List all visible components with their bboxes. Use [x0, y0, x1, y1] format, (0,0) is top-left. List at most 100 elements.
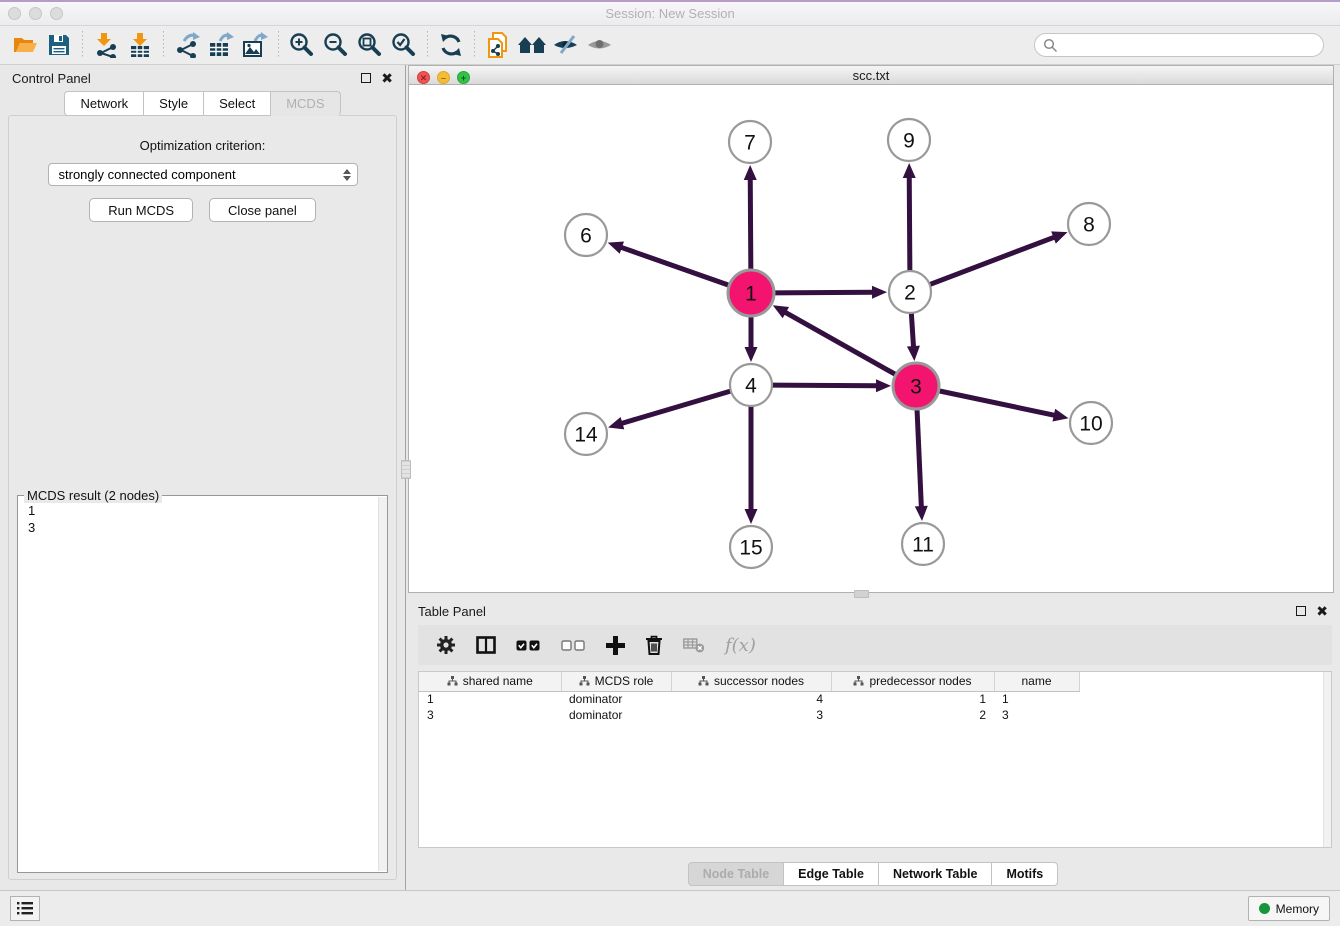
table-cell[interactable]: 1: [419, 691, 561, 707]
graph-edge[interactable]: [772, 385, 878, 386]
close-panel-icon[interactable]: ✖: [381, 73, 393, 83]
zoom-in-icon[interactable]: [285, 30, 319, 60]
tab-network[interactable]: Network: [64, 91, 144, 116]
network-close-button[interactable]: ✕: [417, 71, 430, 84]
graph-node-label: 4: [745, 374, 757, 397]
column-header-successor-nodes[interactable]: successor nodes: [671, 672, 831, 691]
table-cell[interactable]: dominator: [561, 691, 671, 707]
close-panel-button[interactable]: Close panel: [209, 198, 316, 222]
graph-edge[interactable]: [917, 409, 921, 508]
table-scrollbar[interactable]: [1323, 672, 1331, 847]
zoom-fit-icon[interactable]: [353, 30, 387, 60]
export-image-icon[interactable]: [238, 30, 272, 60]
float-panel-icon[interactable]: [361, 73, 371, 83]
column-header-name[interactable]: name: [994, 672, 1079, 691]
run-mcds-button[interactable]: Run MCDS: [89, 198, 193, 222]
result-line: 1: [28, 502, 377, 519]
zoom-out-icon[interactable]: [319, 30, 353, 60]
table-cell[interactable]: dominator: [561, 707, 671, 723]
import-network-icon[interactable]: [89, 30, 123, 60]
graph-edge[interactable]: [939, 391, 1056, 416]
titlebar: Session: New Session: [0, 2, 1340, 26]
save-session-icon[interactable]: [42, 30, 76, 60]
export-network-icon[interactable]: [170, 30, 204, 60]
memory-label: Memory: [1276, 902, 1319, 916]
add-column-icon[interactable]: [606, 636, 625, 655]
graph-edge[interactable]: [621, 391, 731, 424]
show-all-icon[interactable]: [583, 30, 617, 60]
graph-node-label: 15: [739, 536, 762, 559]
graph-edge[interactable]: [784, 312, 896, 375]
import-table-icon[interactable]: [123, 30, 157, 60]
table-cell[interactable]: 3: [994, 707, 1079, 723]
table-settings-icon[interactable]: [436, 635, 456, 655]
graph-node-label: 6: [580, 224, 592, 247]
select-all-checkboxes-icon[interactable]: [516, 640, 541, 651]
task-history-button[interactable]: [10, 896, 40, 921]
first-neighbors-icon[interactable]: [515, 30, 549, 60]
table-cell[interactable]: 4: [671, 691, 831, 707]
graph-edge-arrowhead: [903, 163, 916, 178]
graph-node-label: 2: [904, 281, 916, 304]
tab-node-table[interactable]: Node Table: [688, 862, 784, 886]
table-cell[interactable]: 1: [994, 691, 1079, 707]
graph-edge[interactable]: [911, 313, 913, 348]
tab-network-table[interactable]: Network Table: [879, 862, 993, 886]
table-cell[interactable]: 3: [419, 707, 561, 723]
optimization-criterion-dropdown[interactable]: strongly connected component: [48, 163, 358, 186]
graph-node-label: 14: [574, 423, 598, 446]
duplicate-network-icon[interactable]: [481, 30, 515, 60]
result-scrollbar[interactable]: [378, 497, 387, 871]
graph-node-label: 11: [912, 533, 934, 556]
maximize-window-button[interactable]: [50, 7, 63, 20]
network-minimize-button[interactable]: –: [437, 71, 450, 84]
table-row[interactable]: 3dominator323: [419, 707, 1079, 723]
float-table-panel-icon[interactable]: [1296, 606, 1306, 616]
table-cell[interactable]: 1: [831, 691, 994, 707]
table-cell[interactable]: 2: [831, 707, 994, 723]
main-toolbar: [0, 26, 1340, 65]
tab-mcds[interactable]: MCDS: [271, 91, 340, 116]
tab-style[interactable]: Style: [144, 91, 204, 116]
split-panel-icon[interactable]: [476, 636, 496, 654]
column-header-MCDS-role[interactable]: MCDS role: [561, 672, 671, 691]
open-session-icon[interactable]: [8, 30, 42, 60]
graph-node-label: 3: [910, 375, 922, 398]
graph-edge[interactable]: [620, 247, 729, 285]
splitter-handle-horizontal[interactable]: [854, 590, 869, 598]
network-window-title: scc.txt: [853, 68, 890, 83]
graph-edge[interactable]: [750, 178, 751, 270]
column-header-shared-name[interactable]: shared name: [419, 672, 561, 691]
minimize-window-button[interactable]: [29, 7, 42, 20]
search-input[interactable]: [1058, 38, 1315, 52]
graph-edge[interactable]: [930, 237, 1056, 285]
close-table-panel-icon[interactable]: ✖: [1316, 606, 1328, 616]
column-tree-icon: [579, 676, 590, 686]
network-canvas[interactable]: 7968124314101511: [409, 85, 1333, 592]
hide-selected-icon[interactable]: [549, 30, 583, 60]
close-window-button[interactable]: [8, 7, 21, 20]
mcds-panel-content: Optimization criterion: strongly connect…: [8, 115, 397, 880]
table-row[interactable]: 1dominator411: [419, 691, 1079, 707]
main-area: Control Panel ✖ Network Style Select MCD…: [0, 65, 1340, 890]
deselect-all-checkboxes-icon[interactable]: [561, 640, 586, 651]
mcds-result-box: MCDS result (2 nodes) 13: [17, 495, 388, 873]
column-header-label: MCDS role: [595, 674, 654, 688]
tab-select[interactable]: Select: [204, 91, 271, 116]
memory-button[interactable]: Memory: [1248, 896, 1330, 921]
zoom-selected-icon[interactable]: [387, 30, 421, 60]
graph-edge[interactable]: [774, 292, 874, 293]
splitter-handle-vertical[interactable]: [401, 460, 411, 479]
network-maximize-button[interactable]: +: [457, 71, 470, 84]
column-header-label: shared name: [463, 674, 533, 688]
column-header-predecessor-nodes[interactable]: predecessor nodes: [831, 672, 994, 691]
tab-motifs[interactable]: Motifs: [992, 862, 1058, 886]
export-table-icon[interactable]: [204, 30, 238, 60]
tab-edge-table[interactable]: Edge Table: [784, 862, 879, 886]
graph-edge[interactable]: [909, 176, 910, 271]
table-cell[interactable]: 3: [671, 707, 831, 723]
delete-column-icon[interactable]: [645, 635, 663, 655]
splitter-horizontal[interactable]: [406, 593, 1340, 599]
refresh-layout-icon[interactable]: [434, 30, 468, 60]
delete-table-icon: [683, 637, 705, 653]
